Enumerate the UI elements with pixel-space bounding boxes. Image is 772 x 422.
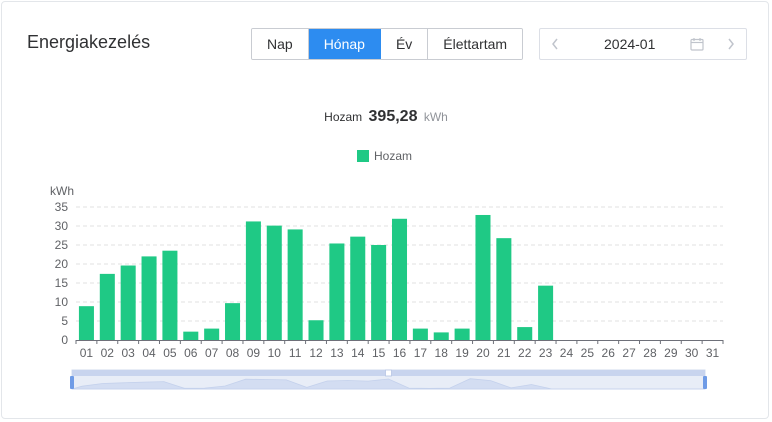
bar [412,328,428,340]
bar [475,214,491,340]
bar [391,218,408,340]
x-tick-label: 21 [497,346,511,360]
bar [225,303,241,340]
x-tick-label: 30 [685,346,699,360]
bar [350,236,366,340]
bar [287,229,303,340]
datazoom-handle-left[interactable] [70,376,74,389]
bar [329,243,345,340]
bar [308,320,324,340]
y-tick-label: 25 [55,238,69,252]
x-tick-label: 13 [330,346,344,360]
x-tick-label: 25 [581,346,595,360]
bar [78,306,94,340]
x-tick-label: 11 [289,346,302,360]
x-tick-label: 07 [205,346,219,360]
x-tick-label: 14 [351,346,365,360]
y-tick-label: 15 [55,276,69,290]
x-tick-label: 02 [101,346,115,360]
yield-bar-chart: 05101520253035kWh01 02 03 04 05 06 07 08 09 10 11 1… [50,184,724,390]
datazoom-grip[interactable] [385,369,392,377]
bar [371,245,387,340]
bar [517,327,533,340]
datazoom-handle-right[interactable] [703,376,707,389]
y-tick-label: 20 [55,257,69,271]
y-axis-label: kWh [50,184,74,198]
bar [454,328,470,340]
bar [433,332,449,340]
x-tick-label: 12 [309,346,323,360]
y-tick-label: 5 [61,314,68,328]
bar [162,250,178,340]
bar [99,273,115,340]
y-tick-label: 10 [55,295,69,309]
bar [245,221,261,340]
x-tick-label: 17 [414,346,428,360]
x-tick-label: 26 [602,346,616,360]
x-tick-label: 31 [706,346,720,360]
bar [120,265,136,340]
x-tick-label: 28 [643,346,657,360]
x-tick-label: 09 [247,346,261,360]
bar [496,238,512,340]
bar [183,331,199,340]
bar [538,285,554,340]
x-tick-label: 19 [455,346,469,360]
x-tick-label: 22 [518,346,532,360]
x-tick-label: 24 [560,346,574,360]
bar [266,225,282,340]
x-tick-label: 15 [372,346,386,360]
x-tick-label: 29 [664,346,678,360]
x-tick-label: 01 [80,346,94,360]
x-tick-label: 10 [268,346,282,360]
x-tick-label: 20 [476,346,490,360]
x-tick-label: 18 [435,346,449,360]
x-tick-label: 16 [393,346,407,360]
x-tick-label: 06 [184,346,198,360]
bar [141,256,157,340]
x-tick-label: 03 [121,346,135,360]
x-tick-label: 08 [226,346,240,360]
x-tick-label: 23 [539,346,553,360]
y-tick-label: 0 [61,333,68,347]
x-tick-label: 05 [163,346,177,360]
y-tick-label: 35 [55,200,69,214]
y-tick-label: 30 [55,219,69,233]
x-tick-label: 04 [142,346,156,360]
x-tick-label: 27 [622,346,636,360]
bar [204,328,220,340]
